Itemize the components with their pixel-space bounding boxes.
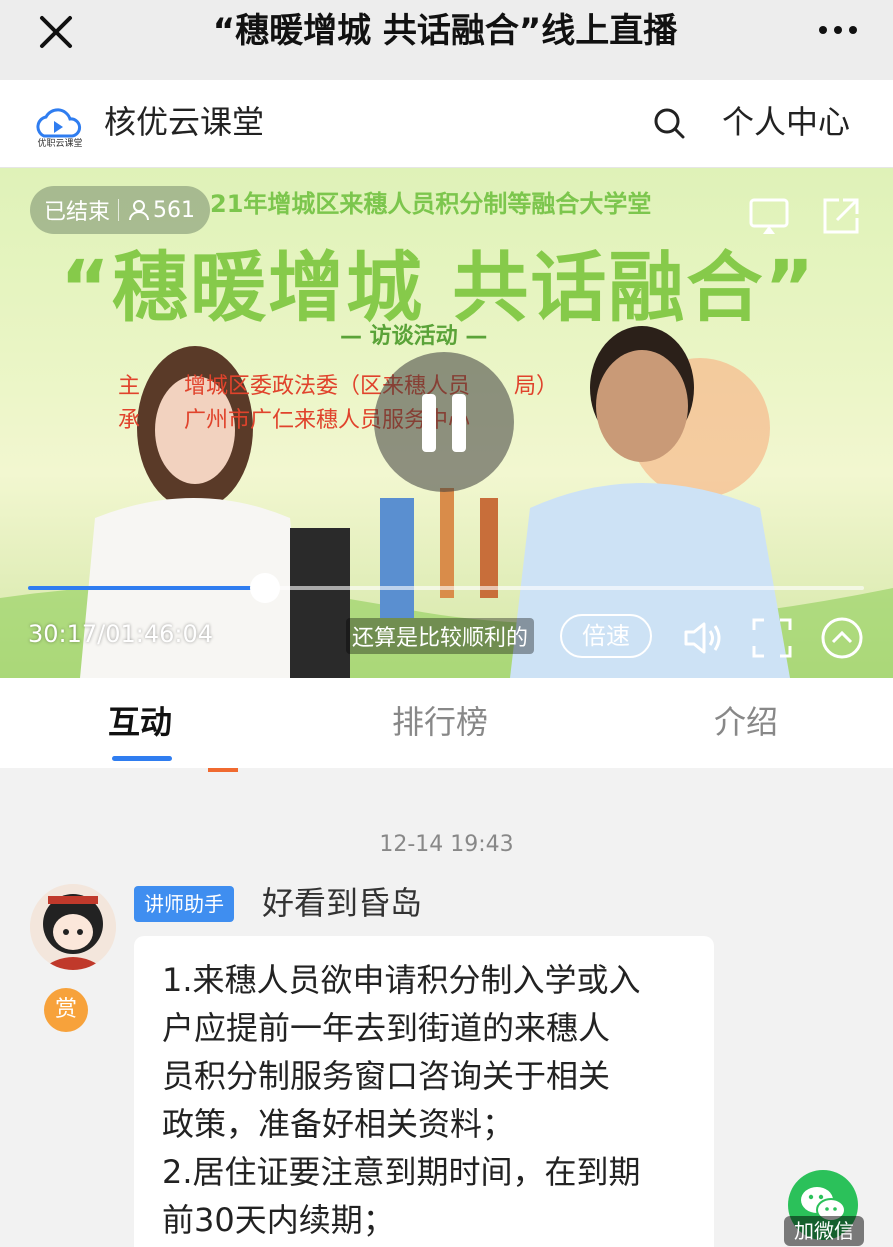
progress-bar[interactable] bbox=[28, 573, 864, 603]
more-icon[interactable] bbox=[813, 12, 863, 48]
playback-time: 30:17/01:46:04 bbox=[28, 620, 214, 648]
message-line: 2.居住证要注意到期时间，在到期 bbox=[162, 1153, 641, 1191]
pause-button[interactable] bbox=[374, 352, 514, 492]
message-line: 户应提前一年去到街道的来穗人 bbox=[162, 1009, 611, 1047]
message-line: 前30天内续期； bbox=[162, 1201, 395, 1239]
message-line: 员积分制服务窗口咨询关于相关 bbox=[162, 1057, 611, 1095]
video-top-controls bbox=[747, 194, 863, 238]
share-icon[interactable] bbox=[819, 194, 863, 238]
tab-bar: 互动 排行榜 介绍 bbox=[0, 678, 893, 768]
role-tag: 讲师助手 bbox=[134, 886, 234, 922]
add-wechat-label[interactable]: 加微信 bbox=[784, 1216, 864, 1246]
avatar[interactable] bbox=[30, 884, 116, 970]
speed-button[interactable]: 倍速 bbox=[560, 614, 652, 658]
wechat-top-bar: “穗暖增城 共话融合”线上直播 bbox=[0, 0, 893, 80]
viewer-icon bbox=[129, 200, 150, 221]
site-header: 优职云课堂 核优云课堂 个人中心 bbox=[0, 80, 893, 168]
chevron-up-icon[interactable] bbox=[820, 616, 864, 660]
message-line: 政策，准备好相关资料； bbox=[162, 1105, 515, 1143]
video-banner-subtitle: — 访谈活动 — bbox=[340, 324, 488, 349]
volume-icon[interactable] bbox=[680, 616, 724, 660]
video-player[interactable]: 21年增城区来穗人员积分制等融合大学堂 “穗暖增城 共话融合” — 访谈活动 —… bbox=[0, 168, 893, 678]
chat-area[interactable]: 12-14 19:43 赏 讲师助手 好看到昏岛 1.来穗人员欲申请积分制入学或… bbox=[0, 772, 893, 1247]
reward-badge[interactable]: 赏 bbox=[44, 988, 88, 1032]
cast-icon[interactable] bbox=[747, 194, 791, 238]
tab-intro[interactable]: 介绍 bbox=[714, 700, 778, 744]
video-caption: 还算是比较顺利的 bbox=[346, 618, 535, 654]
live-status-pill: 已结束 561 bbox=[30, 186, 210, 234]
pause-bar-left bbox=[422, 394, 436, 452]
video-banner-line1: 21年增城区来穗人员积分制等融合大学堂 bbox=[210, 190, 652, 218]
live-status-text: 已结束 bbox=[44, 200, 111, 225]
fullscreen-icon[interactable] bbox=[750, 616, 794, 660]
divider bbox=[118, 199, 120, 221]
logo-text: 优职云课堂 bbox=[37, 139, 83, 149]
message-timestamp: 12-14 19:43 bbox=[379, 832, 514, 857]
message-bubble: 1.来穗人员欲申请积分制入学或入 户应提前一年去到街道的来穗人 员积分制服务窗口… bbox=[134, 936, 714, 1247]
viewer-count: 561 bbox=[153, 197, 196, 223]
search-icon[interactable] bbox=[650, 104, 690, 144]
personal-center-link[interactable]: 个人中心 bbox=[722, 100, 850, 144]
active-tab-indicator bbox=[112, 756, 172, 761]
pause-bar-right bbox=[452, 394, 466, 452]
progress-fill bbox=[28, 586, 266, 590]
tab-ranking[interactable]: 排行榜 bbox=[392, 700, 488, 744]
close-icon[interactable] bbox=[30, 6, 80, 56]
tab-interaction[interactable]: 互动 bbox=[108, 700, 172, 744]
page-title: “穗暖增城 共话融合”线上直播 bbox=[212, 11, 678, 51]
site-name[interactable]: 核优云课堂 bbox=[104, 100, 264, 144]
avatar-image bbox=[30, 884, 116, 970]
message-line: 1.来穗人员欲申请积分制入学或入 bbox=[162, 961, 641, 999]
sender-name: 好看到昏岛 bbox=[262, 884, 423, 922]
